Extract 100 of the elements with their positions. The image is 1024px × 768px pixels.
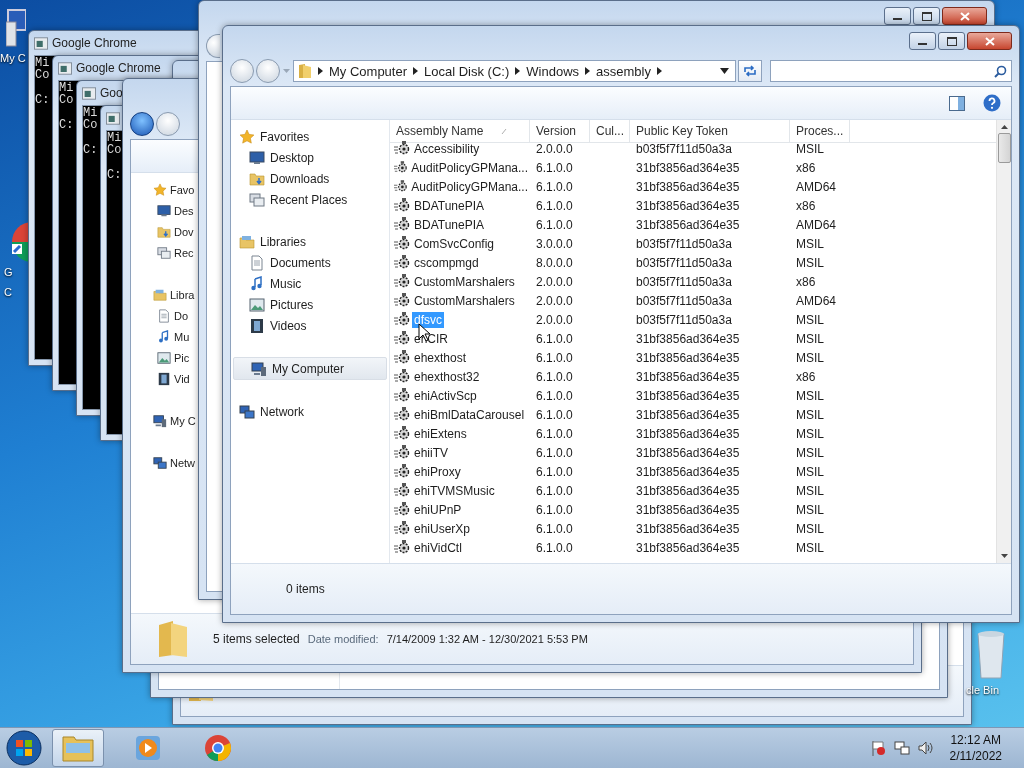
table-cell-text: MSIL: [795, 444, 825, 462]
close-button[interactable]: [967, 32, 1012, 50]
assembly-name-cell[interactable]: ehiActivScp: [390, 386, 530, 405]
assembly-name-cell[interactable]: cscompmgd: [390, 253, 530, 272]
nav-item[interactable]: Libra: [153, 284, 195, 305]
folder-icon: [298, 63, 312, 79]
volume-icon[interactable]: [917, 740, 934, 756]
chevron-icon[interactable]: [413, 67, 419, 75]
nav-item[interactable]: Des: [153, 200, 194, 221]
assembly-name-cell[interactable]: ehiTVMSMusic: [390, 481, 530, 500]
column-header[interactable]: Public Key Token: [630, 120, 790, 143]
maximize-button[interactable]: [938, 32, 965, 50]
table-cell-text: b03f5f7f11d50a3a: [635, 311, 733, 329]
computer-icon[interactable]: [6, 8, 26, 48]
assembly-name-cell[interactable]: ehiiTV: [390, 443, 530, 462]
table-cell-text: 31bf3856ad364e35: [635, 216, 741, 234]
scrollbar[interactable]: [996, 120, 1011, 563]
assembly-name-cell[interactable]: BDATunePIA: [390, 215, 530, 234]
back-button[interactable]: [130, 112, 154, 136]
nav-item[interactable]: Favorites: [231, 126, 389, 147]
breadcrumb[interactable]: assembly: [596, 63, 651, 79]
table-cell-text: 31bf3856ad364e35: [635, 482, 741, 500]
nav-item[interactable]: Videos: [231, 315, 389, 336]
clock[interactable]: 12:12 AM 2/11/2022: [949, 732, 1002, 764]
scroll-up-icon[interactable]: [1000, 124, 1008, 129]
search-field[interactable]: [770, 60, 1012, 82]
media-player-icon: [133, 733, 163, 763]
breadcrumb[interactable]: Windows: [526, 63, 580, 79]
table-cell-text: AMD64: [795, 216, 837, 234]
nav-item[interactable]: Do: [153, 305, 189, 326]
assembly-name-cell[interactable]: AuditPolicyGPMana...: [390, 158, 530, 177]
table-cell-text: MSIL: [795, 235, 825, 253]
assembly-name-cell[interactable]: ehexthost32: [390, 367, 530, 386]
nav-item[interactable]: My Computer: [233, 357, 387, 380]
desktop-icon-label[interactable]: C: [4, 282, 12, 302]
assembly-name-cell[interactable]: ehiUPnP: [390, 500, 530, 519]
console-icon: [82, 86, 96, 100]
assembly-name-cell[interactable]: ehiExtens: [390, 424, 530, 443]
table-cell-text: 2.0.0.0: [535, 292, 574, 310]
chevron-icon[interactable]: [656, 67, 662, 75]
assembly-name-cell[interactable]: CustomMarshalers: [390, 272, 530, 291]
document-icon: [157, 308, 171, 323]
chevron-icon[interactable]: [515, 67, 521, 75]
nav-item[interactable]: Rec: [153, 242, 194, 263]
monitor-icon: [157, 203, 171, 218]
help-icon[interactable]: [983, 94, 1001, 112]
desktop-icon-label[interactable]: My C: [0, 48, 26, 68]
assembly-name-cell[interactable]: CustomMarshalers: [390, 291, 530, 310]
table-cell-text: 6.1.0.0: [535, 178, 574, 196]
nav-item[interactable]: Pictures: [231, 294, 389, 315]
assembly-name-cell[interactable]: ehiBmlDataCarousel: [390, 405, 530, 424]
preview-pane-icon[interactable]: [949, 95, 965, 111]
minimize-button[interactable]: [884, 7, 911, 25]
nav-item[interactable]: Favo: [153, 179, 195, 200]
assembly-name-cell[interactable]: ComSvcConfig: [390, 234, 530, 253]
nav-item[interactable]: Desktop: [231, 147, 389, 168]
address-bar[interactable]: My Computer Local Disk (C:) Windows assembly: [293, 60, 736, 82]
assembly-name-cell[interactable]: BDATunePIA: [390, 196, 530, 215]
taskbar-button[interactable]: [52, 729, 104, 767]
nav-item[interactable]: Vid: [153, 368, 190, 389]
nav-item[interactable]: My C: [153, 410, 196, 431]
nav-item[interactable]: Pic: [153, 347, 190, 368]
nav-item[interactable]: Music: [231, 273, 389, 294]
refresh-button[interactable]: [738, 60, 762, 82]
scroll-down-icon[interactable]: [1000, 554, 1008, 559]
nav-item[interactable]: Mu: [153, 326, 190, 347]
desktop-icon-label[interactable]: G: [4, 262, 13, 282]
assembly-name-cell[interactable]: ehiUserXp: [390, 519, 530, 538]
table-cell-text: MSIL: [795, 406, 825, 424]
column-header[interactable]: Assembly Name: [390, 120, 530, 143]
close-button[interactable]: [942, 7, 987, 25]
scroll-thumb[interactable]: [997, 133, 1011, 163]
flag-icon[interactable]: [869, 740, 886, 756]
nav-item[interactable]: Documents: [231, 252, 389, 273]
breadcrumb[interactable]: My Computer: [329, 63, 408, 79]
minimize-button[interactable]: [909, 32, 936, 50]
column-header[interactable]: Cul...: [590, 120, 630, 143]
nav-item[interactable]: Network: [231, 401, 389, 422]
assembly-name-cell[interactable]: ehiVidCtl: [390, 538, 530, 557]
nav-item[interactable]: Netw: [153, 452, 196, 473]
table-cell-text: 31bf3856ad364e35: [635, 444, 741, 462]
assembly-name-cell[interactable]: AuditPolicyGPMana...: [390, 177, 530, 196]
column-header[interactable]: Version: [530, 120, 590, 143]
assembly-name-cell[interactable]: ehexthost: [390, 348, 530, 367]
maximize-button[interactable]: [913, 7, 940, 25]
assembly-name-cell[interactable]: ehiProxy: [390, 462, 530, 481]
console-text: Mi: [59, 82, 74, 94]
music-note-icon: [249, 275, 265, 292]
console-text: C:: [35, 94, 50, 106]
start-button[interactable]: [4, 729, 44, 767]
column-header[interactable]: Proces...: [790, 120, 850, 143]
chevron-icon[interactable]: [585, 67, 591, 75]
nav-item[interactable]: Dov: [153, 221, 194, 242]
nav-item[interactable]: Downloads: [231, 168, 389, 189]
dropdown-caret-icon[interactable]: [720, 68, 729, 74]
breadcrumb[interactable]: Local Disk (C:): [424, 63, 510, 79]
network-icon[interactable]: [893, 740, 910, 756]
nav-item[interactable]: Recent Places: [231, 189, 389, 210]
chevron-icon[interactable]: [318, 67, 323, 75]
nav-item[interactable]: Libraries: [231, 231, 389, 252]
